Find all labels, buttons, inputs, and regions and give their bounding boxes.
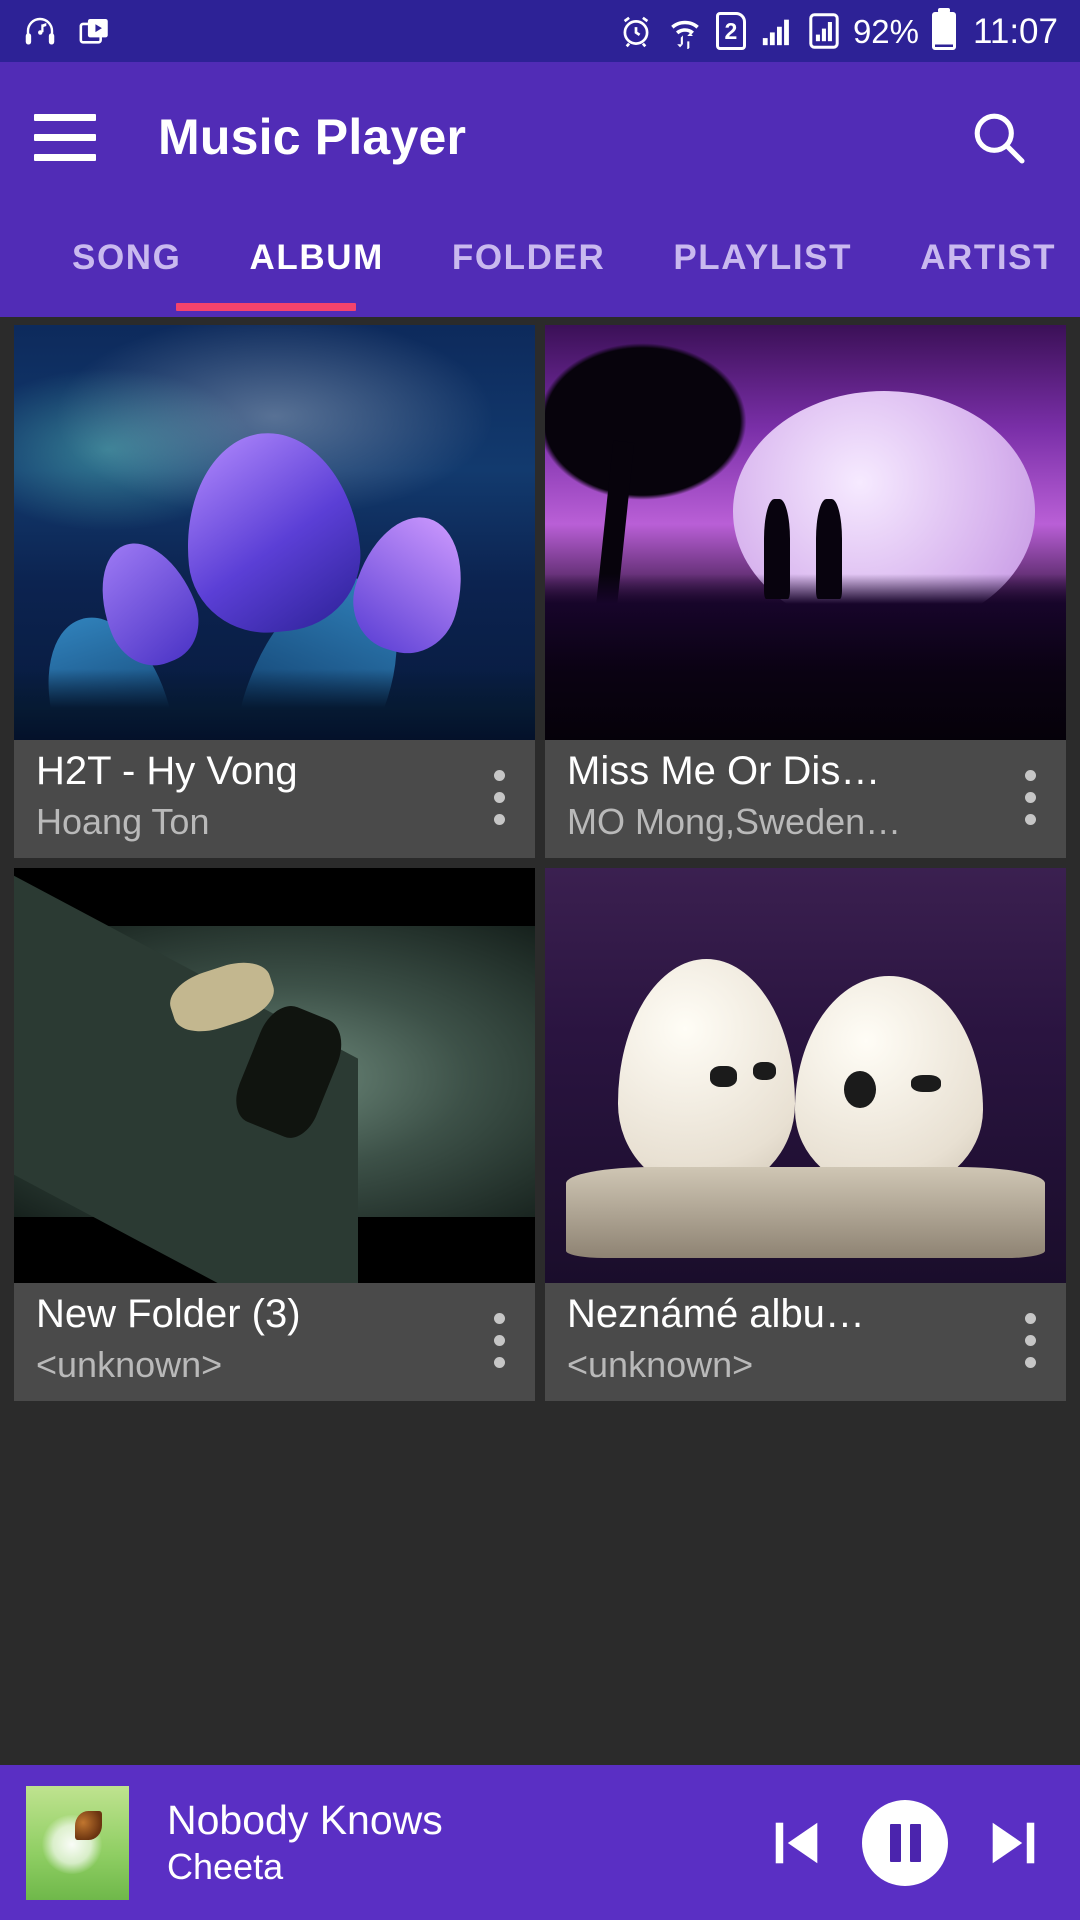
album-title: Neznámé albu… [567, 1292, 865, 1336]
music-player-screen: 2 92% 11:07 Music Player SONG ALBUM FOLD… [0, 0, 1080, 1920]
artwork-image [545, 868, 1066, 1283]
album-grid: H2T - Hy Vong Hoang Ton Miss Me Or Dis… … [0, 317, 1080, 1405]
album-title: Miss Me Or Dis… [567, 749, 881, 793]
album-artist: <unknown> [567, 1344, 754, 1386]
headphones-music-icon [22, 13, 58, 49]
album-artwork-eggs [545, 868, 1066, 1283]
album-card[interactable]: H2T - Hy Vong Hoang Ton [14, 325, 535, 858]
album-card[interactable]: New Folder (3) <unknown> [14, 868, 535, 1401]
now-playing-bar[interactable]: Nobody Knows Cheeta [0, 1765, 1080, 1920]
tab-playlist[interactable]: PLAYLIST [639, 238, 886, 278]
album-card-meta: Miss Me Or Dis… MO Mong,Sweden… [545, 740, 1066, 858]
playback-controls [768, 1799, 1042, 1886]
now-playing-artwork [26, 1785, 129, 1900]
more-vertical-icon[interactable] [481, 770, 517, 825]
page-title: Music Player [158, 109, 467, 165]
album-artist: <unknown> [36, 1344, 223, 1386]
skip-next-icon[interactable] [984, 1812, 1042, 1874]
battery-percent-label: 92% [852, 12, 919, 50]
hamburger-icon[interactable] [34, 113, 96, 161]
now-playing-text: Nobody Knows Cheeta [167, 1798, 443, 1887]
album-artist: MO Mong,Sweden… [567, 801, 902, 843]
alarm-icon [618, 13, 654, 49]
wifi-transfer-icon [667, 13, 703, 49]
app-bar: Music Player [0, 62, 1080, 212]
album-artist: Hoang Ton [36, 801, 210, 843]
pause-bars [889, 1823, 921, 1862]
more-vertical-icon[interactable] [1012, 770, 1048, 825]
tab-song[interactable]: SONG [38, 238, 215, 278]
signal-card-icon [808, 13, 840, 49]
status-bar: 2 92% 11:07 [0, 0, 1080, 62]
album-card-meta: Neznámé albu… <unknown> [545, 1283, 1066, 1401]
album-card[interactable]: Miss Me Or Dis… MO Mong,Sweden… [545, 325, 1066, 858]
album-artwork-flowers [14, 325, 535, 740]
skip-previous-icon[interactable] [768, 1812, 826, 1874]
more-vertical-icon[interactable] [1012, 1313, 1048, 1368]
album-artwork-dancer [14, 868, 535, 1283]
artwork-image [14, 325, 535, 740]
tab-row: SONG ALBUM FOLDER PLAYLIST ARTIST [0, 212, 1080, 304]
status-bar-right-icons: 2 92% 11:07 [618, 12, 1058, 50]
album-card-meta: New Folder (3) <unknown> [14, 1283, 535, 1401]
tab-active-indicator [176, 303, 356, 311]
tab-artist[interactable]: ARTIST [886, 238, 1080, 278]
album-title: New Folder (3) [36, 1292, 301, 1336]
album-artwork-moon [545, 325, 1066, 740]
signal-bars-icon [759, 14, 795, 48]
tab-folder[interactable]: FOLDER [418, 238, 639, 278]
now-playing-artist: Cheeta [167, 1846, 284, 1888]
battery-icon [932, 12, 956, 50]
pause-icon[interactable] [862, 1799, 948, 1886]
now-playing-title: Nobody Knows [167, 1797, 443, 1844]
artwork-image [14, 868, 535, 1283]
search-icon[interactable] [966, 105, 1030, 169]
album-card-meta: H2T - Hy Vong Hoang Ton [14, 740, 535, 858]
more-vertical-icon[interactable] [481, 1313, 517, 1368]
status-clock: 11:07 [973, 11, 1058, 51]
sim2-icon: 2 [715, 12, 746, 50]
artwork-image [545, 325, 1066, 740]
video-gallery-icon [78, 14, 112, 48]
album-title: H2T - Hy Vong [36, 749, 298, 793]
tab-album[interactable]: ALBUM [215, 238, 417, 278]
album-card[interactable]: Neznámé albu… <unknown> [545, 868, 1066, 1401]
status-bar-left-icons [22, 13, 112, 49]
tab-bar: SONG ALBUM FOLDER PLAYLIST ARTIST [0, 212, 1080, 317]
